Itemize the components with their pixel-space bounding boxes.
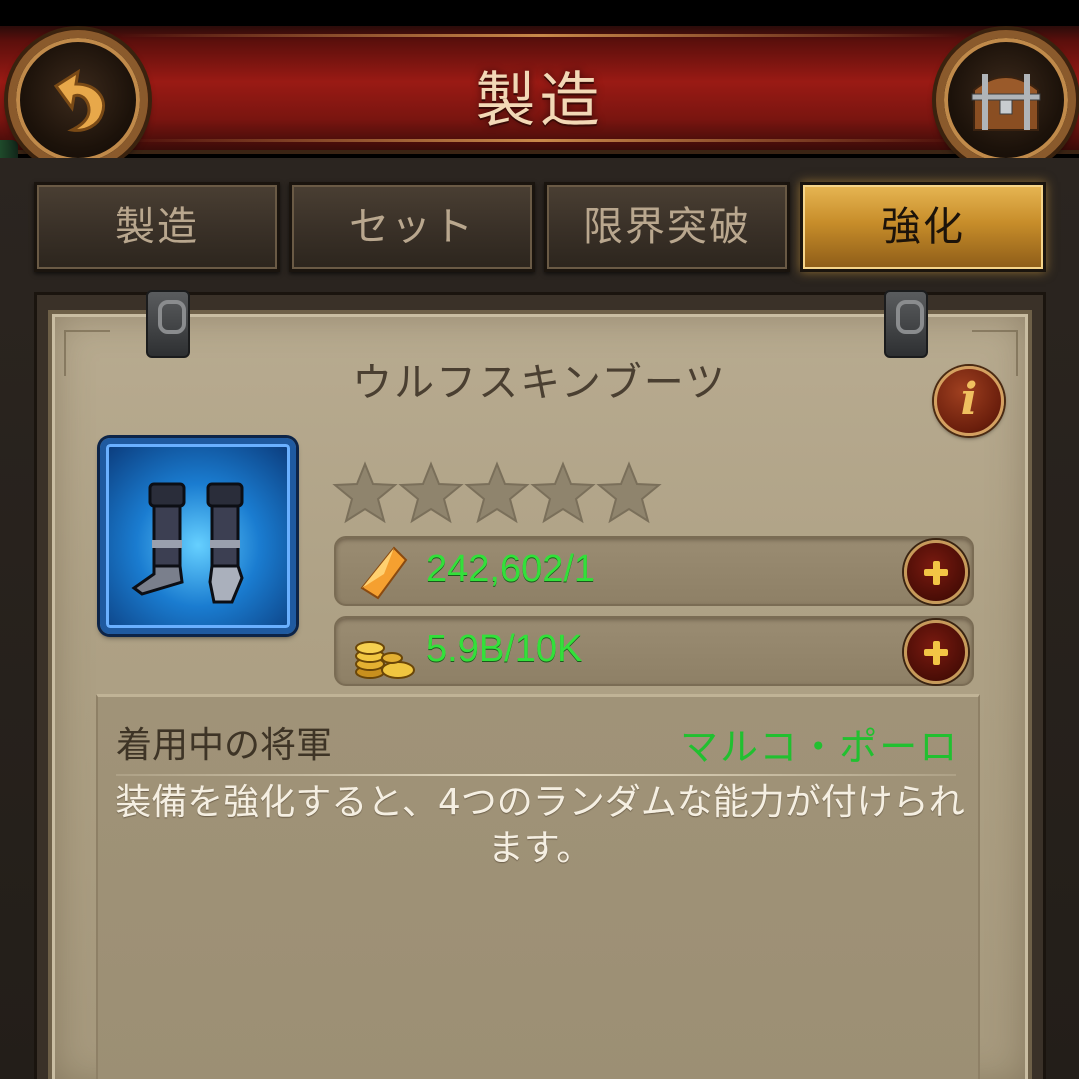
add-crystal-button[interactable] [904, 540, 968, 604]
crystal-amount: 242,602/1 [426, 548, 596, 590]
star-empty-icon [464, 461, 530, 524]
tab-limit-break[interactable]: 限界突破 [544, 182, 790, 272]
panel-clip-left [146, 290, 190, 358]
tab-enhance[interactable]: 強化 [800, 182, 1046, 272]
panel-clip-right [884, 290, 928, 358]
star-empty-icon [398, 461, 464, 524]
gold-amount: 5.9B/10K [426, 628, 583, 670]
back-arrow-icon [53, 68, 105, 132]
top-black-band [0, 0, 1079, 26]
crystal-shard-icon [360, 546, 408, 600]
page-title: 製造 [475, 66, 604, 136]
resource-bar-crystal: 242,602/1 [334, 536, 974, 606]
info-button[interactable]: i [934, 366, 1004, 436]
wolfskin-boots-icon [131, 482, 244, 604]
star-empty-icon [596, 461, 662, 524]
header-bar: 製造 [0, 26, 1079, 154]
divider [116, 774, 956, 776]
add-gold-button[interactable] [904, 620, 968, 684]
tab-crafting[interactable]: 製造 [34, 182, 280, 272]
equipped-general-label: 着用中の将軍 [116, 725, 333, 766]
gold-coins-icon [355, 641, 415, 679]
item-slot[interactable] [100, 438, 296, 634]
treasure-chest-button[interactable] [936, 30, 1076, 170]
treasure-chest-icon [971, 74, 1041, 131]
equipped-general-name[interactable]: マルコ・ポーロ [680, 716, 959, 771]
tab-set[interactable]: セット [289, 182, 535, 272]
resource-bar-gold: 5.9B/10K [334, 616, 974, 686]
star-empty-icon [530, 461, 596, 524]
back-button[interactable] [8, 30, 148, 170]
star-empty-icon [332, 461, 398, 524]
item-name: ウルフスキンブーツ [352, 360, 727, 406]
enhance-description: 装備を強化すると、4つのランダムな能力が付けられます。 [115, 782, 965, 869]
